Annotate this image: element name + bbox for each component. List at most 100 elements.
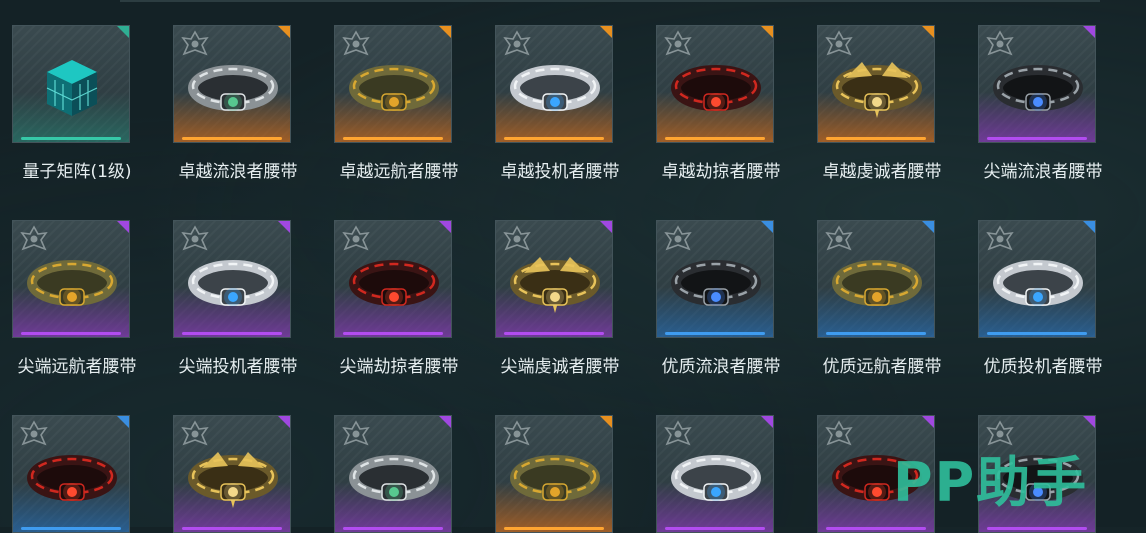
faction-emblem-icon bbox=[824, 225, 854, 253]
item-card[interactable] bbox=[334, 220, 452, 338]
rarity-bar bbox=[182, 137, 282, 140]
item-card[interactable] bbox=[12, 415, 130, 533]
rarity-corner-marker bbox=[117, 221, 129, 233]
rarity-corner-marker bbox=[761, 221, 773, 233]
rarity-corner-marker bbox=[922, 416, 934, 428]
belt-icon bbox=[510, 446, 600, 510]
belt-icon bbox=[993, 56, 1083, 120]
rarity-bar bbox=[665, 527, 765, 530]
rarity-bar bbox=[343, 137, 443, 140]
belt-icon bbox=[349, 251, 439, 315]
item-name: 优质流浪者腰带 bbox=[661, 357, 781, 377]
item-card[interactable] bbox=[173, 25, 291, 143]
item-card[interactable] bbox=[495, 415, 613, 533]
faction-emblem-icon bbox=[341, 30, 371, 58]
item-card[interactable] bbox=[12, 25, 130, 143]
belt-icon bbox=[27, 446, 117, 510]
belt-icon bbox=[349, 56, 439, 120]
belt-icon bbox=[188, 446, 278, 510]
item-card[interactable] bbox=[978, 25, 1096, 143]
rarity-corner-marker bbox=[761, 26, 773, 38]
faction-emblem-icon bbox=[341, 225, 371, 253]
item-card[interactable] bbox=[495, 25, 613, 143]
faction-emblem-icon bbox=[663, 30, 693, 58]
faction-emblem-icon bbox=[341, 420, 371, 448]
rarity-bar bbox=[987, 332, 1087, 335]
rarity-corner-marker bbox=[922, 26, 934, 38]
rarity-corner-marker bbox=[117, 416, 129, 428]
item-name: 优质投机者腰带 bbox=[983, 357, 1103, 377]
item-name: 优质远航者腰带 bbox=[822, 357, 942, 377]
rarity-bar bbox=[21, 137, 121, 140]
faction-emblem-icon bbox=[502, 420, 532, 448]
item-card[interactable] bbox=[656, 25, 774, 143]
rarity-bar bbox=[21, 332, 121, 335]
faction-emblem-icon bbox=[985, 30, 1015, 58]
rarity-corner-marker bbox=[1083, 221, 1095, 233]
item-card[interactable] bbox=[12, 220, 130, 338]
item-name: 尖端虔诚者腰带 bbox=[500, 357, 620, 377]
faction-emblem-icon bbox=[19, 420, 49, 448]
item-card[interactable] bbox=[173, 415, 291, 533]
item-card[interactable] bbox=[817, 220, 935, 338]
belt-icon bbox=[27, 251, 117, 315]
item-name: 卓越劫掠者腰带 bbox=[661, 162, 781, 182]
rarity-bar bbox=[182, 332, 282, 335]
faction-emblem-icon bbox=[180, 225, 210, 253]
item-card[interactable] bbox=[817, 25, 935, 143]
rarity-corner-marker bbox=[600, 221, 612, 233]
rarity-bar bbox=[343, 527, 443, 530]
faction-emblem-icon bbox=[824, 420, 854, 448]
faction-emblem-icon bbox=[180, 420, 210, 448]
belt-icon bbox=[510, 56, 600, 120]
rarity-bar bbox=[987, 137, 1087, 140]
item-name: 卓越投机者腰带 bbox=[500, 162, 620, 182]
rarity-corner-marker bbox=[117, 26, 129, 38]
faction-emblem-icon bbox=[180, 30, 210, 58]
belt-icon bbox=[188, 56, 278, 120]
item-card[interactable] bbox=[656, 415, 774, 533]
belt-icon bbox=[832, 251, 922, 315]
item-name: 卓越流浪者腰带 bbox=[178, 162, 298, 182]
item-name: 卓越虔诚者腰带 bbox=[822, 162, 942, 182]
item-name: 量子矩阵(1级) bbox=[22, 162, 132, 182]
rarity-corner-marker bbox=[278, 221, 290, 233]
faction-emblem-icon bbox=[985, 225, 1015, 253]
watermark: PP助手 bbox=[893, 451, 1089, 514]
item-card[interactable] bbox=[334, 415, 452, 533]
faction-emblem-icon bbox=[502, 30, 532, 58]
belt-icon bbox=[832, 56, 922, 120]
belt-icon bbox=[349, 446, 439, 510]
rarity-bar bbox=[21, 527, 121, 530]
rarity-bar bbox=[504, 332, 604, 335]
rarity-corner-marker bbox=[439, 26, 451, 38]
rarity-bar bbox=[343, 332, 443, 335]
rarity-bar bbox=[987, 527, 1087, 530]
rarity-corner-marker bbox=[439, 416, 451, 428]
faction-emblem-icon bbox=[663, 420, 693, 448]
faction-emblem-icon bbox=[663, 225, 693, 253]
item-card[interactable] bbox=[173, 220, 291, 338]
item-name: 尖端远航者腰带 bbox=[17, 357, 137, 377]
rarity-corner-marker bbox=[439, 221, 451, 233]
belt-icon bbox=[510, 251, 600, 315]
rarity-bar bbox=[504, 527, 604, 530]
rarity-bar bbox=[826, 527, 926, 530]
item-name: 卓越远航者腰带 bbox=[339, 162, 459, 182]
item-name: 尖端投机者腰带 bbox=[178, 357, 298, 377]
rarity-corner-marker bbox=[1083, 26, 1095, 38]
belt-icon bbox=[671, 56, 761, 120]
belt-icon bbox=[671, 446, 761, 510]
belt-icon bbox=[993, 251, 1083, 315]
item-card[interactable] bbox=[334, 25, 452, 143]
rarity-bar bbox=[826, 137, 926, 140]
rarity-bar bbox=[504, 137, 604, 140]
rarity-corner-marker bbox=[600, 416, 612, 428]
item-card[interactable] bbox=[656, 220, 774, 338]
item-name: 尖端流浪者腰带 bbox=[983, 162, 1103, 182]
item-card[interactable] bbox=[495, 220, 613, 338]
rarity-corner-marker bbox=[278, 26, 290, 38]
rarity-bar bbox=[665, 332, 765, 335]
item-name: 尖端劫掠者腰带 bbox=[339, 357, 459, 377]
item-card[interactable] bbox=[978, 220, 1096, 338]
